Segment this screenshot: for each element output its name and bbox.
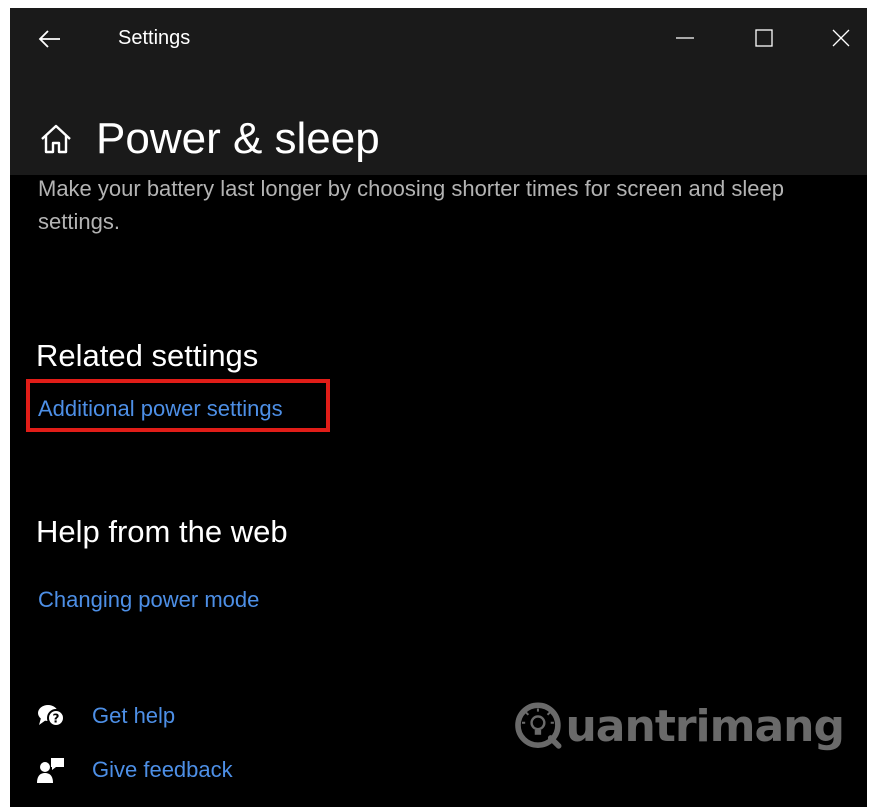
header-area: Settings Power & sleep [10, 8, 867, 175]
feedback-icon [36, 755, 66, 785]
give-feedback-link[interactable]: Give feedback [36, 753, 233, 787]
get-help-link[interactable]: ? Get help [36, 699, 175, 733]
give-feedback-label: Give feedback [92, 757, 233, 782]
svg-text:?: ? [53, 712, 60, 726]
title-bar: Settings [10, 8, 867, 68]
app-title: Settings [118, 27, 191, 49]
minimize-icon [676, 37, 694, 39]
chat-help-icon: ? [36, 701, 66, 731]
page-description: Make your battery last longer by choosin… [38, 176, 784, 234]
minimize-button[interactable] [660, 18, 710, 58]
arrow-left-icon [38, 30, 60, 48]
help-from-web-heading: Help from the web [36, 514, 288, 549]
quantrimang-logo-icon [515, 702, 562, 749]
home-icon [41, 124, 71, 154]
back-button[interactable] [32, 22, 68, 56]
page-title: Power & sleep [96, 114, 380, 163]
get-help-label: Get help [92, 703, 176, 728]
page-heading: Power & sleep [38, 109, 380, 169]
watermark: uantrimang [514, 694, 845, 758]
changing-power-mode-link[interactable]: Changing power mode [38, 589, 259, 611]
maximize-icon [755, 29, 773, 47]
watermark-text: uantrimang [565, 700, 845, 752]
settings-window: Settings Power & sleep Make your battery… [10, 8, 867, 807]
close-button[interactable] [816, 18, 866, 58]
maximize-button[interactable] [739, 18, 789, 58]
related-settings-heading: Related settings [36, 338, 259, 373]
close-icon [832, 29, 850, 47]
additional-power-settings-link[interactable]: Additional power settings [38, 398, 283, 420]
